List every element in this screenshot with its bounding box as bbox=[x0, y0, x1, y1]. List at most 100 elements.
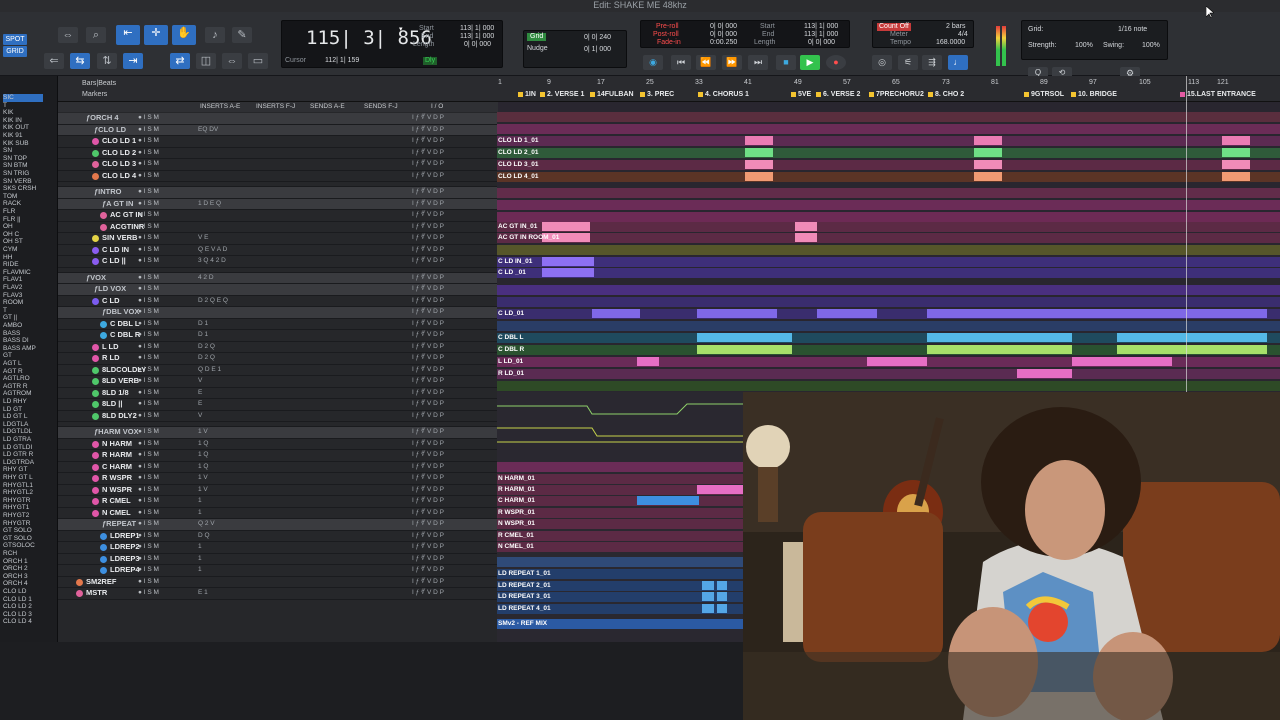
track-solo-mute-buttons[interactable]: ● I S M bbox=[138, 222, 159, 232]
track-solo-mute-buttons[interactable]: ● I S M bbox=[138, 485, 159, 495]
track-name[interactable]: ƒDBL VOX bbox=[102, 307, 139, 317]
track-name[interactable]: R LD bbox=[102, 353, 120, 363]
sel-end[interactable]: 113| 1| 000 bbox=[460, 33, 494, 41]
track-name[interactable]: CLO LD 4 bbox=[102, 171, 136, 181]
clip-lane[interactable]: SMv2 - REF MIX bbox=[497, 619, 743, 629]
track-name[interactable]: SIN VERB bbox=[102, 233, 137, 243]
track-row[interactable]: ƒINTRO ● I S M I ƒ ∜ V D P bbox=[58, 187, 498, 199]
audio-clip[interactable] bbox=[1222, 160, 1250, 169]
track-row[interactable]: CLO LD 3 ● I S M I ƒ ∜ V D P bbox=[58, 159, 498, 171]
track-name[interactable]: ƒA GT IN bbox=[102, 199, 133, 209]
track-io-flags[interactable]: I ƒ ∜ V D P bbox=[412, 588, 444, 598]
track-solo-mute-buttons[interactable]: ● I S M bbox=[138, 376, 159, 386]
audio-clip[interactable] bbox=[867, 357, 927, 366]
clip-lane[interactable]: N HARM_01 bbox=[497, 474, 743, 484]
track-name[interactable]: ƒINTRO bbox=[94, 187, 122, 197]
return-to-zero-icon[interactable]: ⏮ bbox=[671, 55, 691, 70]
audio-clip[interactable] bbox=[1222, 148, 1250, 157]
timeline-marker[interactable]: 15.LAST ENTRANCE bbox=[1180, 90, 1256, 100]
track-io-flags[interactable]: I ƒ ∜ V D P bbox=[412, 353, 444, 363]
track-solo-mute-buttons[interactable]: ● I S M bbox=[138, 125, 159, 135]
track-name[interactable]: SM2REF bbox=[86, 577, 116, 587]
track-io-flags[interactable]: I ƒ ∜ V D P bbox=[412, 399, 444, 409]
audio-clip[interactable] bbox=[702, 604, 714, 613]
clip-lane[interactable] bbox=[497, 462, 743, 472]
clip-lane[interactable] bbox=[497, 557, 743, 567]
track-solo-mute-buttons[interactable]: ● I S M bbox=[138, 427, 159, 437]
track-row[interactable]: N WSPR ● I S M 1 V I ƒ ∜ V D P bbox=[58, 485, 498, 496]
clip-lane[interactable] bbox=[497, 188, 1280, 198]
track-io-flags[interactable]: I ƒ ∜ V D P bbox=[412, 473, 444, 483]
track-name[interactable]: CLO LD 2 bbox=[102, 148, 136, 158]
audio-clip[interactable] bbox=[542, 222, 590, 231]
track-name[interactable]: LDREP3 bbox=[110, 554, 140, 564]
track-inserts[interactable]: 3 Q 4 2 D bbox=[198, 256, 226, 266]
audio-clip[interactable] bbox=[1222, 136, 1250, 145]
timeline-marker[interactable]: 4. CHORUS 1 bbox=[698, 90, 749, 100]
timeline-marker[interactable]: 5VE bbox=[791, 90, 811, 100]
track-row[interactable]: 8LDCOLDLY ● I S MQ D E 1I ƒ ∜ V D P bbox=[58, 365, 498, 376]
track-io-flags[interactable]: I ƒ ∜ V D P bbox=[412, 462, 444, 472]
meter-value[interactable]: 4/4 bbox=[958, 31, 968, 39]
track-solo-mute-buttons[interactable]: ● I S M bbox=[138, 531, 159, 541]
audio-clip[interactable] bbox=[697, 309, 777, 318]
postroll-value[interactable]: 0| 0| 000 bbox=[710, 31, 737, 39]
track-inserts[interactable]: 1 bbox=[198, 554, 202, 564]
link-timeline-icon[interactable]: ⇆ bbox=[70, 53, 90, 69]
record-icon[interactable]: ● bbox=[826, 55, 846, 70]
track-io-flags[interactable]: I ƒ ∜ V D P bbox=[412, 365, 444, 375]
audio-clip[interactable] bbox=[1017, 369, 1072, 378]
track-io-flags[interactable]: I ƒ ∜ V D P bbox=[412, 519, 444, 529]
track-io-flags[interactable]: I ƒ ∜ V D P bbox=[412, 113, 444, 123]
track-io-flags[interactable]: I ƒ ∜ V D P bbox=[412, 222, 444, 232]
track-io-flags[interactable]: I ƒ ∜ V D P bbox=[412, 565, 444, 575]
track-name[interactable]: ƒHARM VOX bbox=[94, 427, 139, 437]
audio-clip[interactable] bbox=[817, 309, 877, 318]
track-name[interactable]: ƒREPEAT bbox=[102, 519, 136, 529]
length2-value[interactable]: 0| 0| 000 bbox=[808, 39, 835, 47]
sends-ae-header[interactable]: SENDS A-E bbox=[310, 103, 345, 110]
track-name[interactable]: CLO LD 3 bbox=[102, 159, 136, 169]
track-name[interactable]: MSTR bbox=[86, 588, 107, 598]
playhead-line[interactable] bbox=[1186, 76, 1187, 392]
timeline-clip-area[interactable]: CLO LD 1_01 CLO LD 2_01 CLO LD 3_01 CLO LD … bbox=[497, 102, 1280, 392]
track-io-flags[interactable]: I ƒ ∜ V D P bbox=[412, 284, 444, 294]
track-name[interactable]: C DBL R bbox=[110, 330, 140, 340]
clip-lane[interactable]: LD REPEAT 2_01 bbox=[497, 581, 743, 591]
metronome-icon[interactable]: ⚟ bbox=[898, 55, 918, 70]
clip-lane[interactable]: C LD_01 bbox=[497, 309, 1280, 319]
track-inserts[interactable]: 1 V bbox=[198, 473, 208, 483]
timeline-marker[interactable]: 8. CHO 2 bbox=[928, 90, 964, 100]
sel-length[interactable]: 0| 0| 000 bbox=[464, 41, 491, 49]
track-io-flags[interactable]: I ƒ ∜ V D P bbox=[412, 159, 444, 169]
track-name[interactable]: N WSPR bbox=[102, 485, 132, 495]
clip-lane[interactable]: R WSPR_01 bbox=[497, 508, 743, 518]
timeline-marker[interactable]: 7PRECHORU2 bbox=[869, 90, 924, 100]
track-io-flags[interactable]: I ƒ ∜ V D P bbox=[412, 554, 444, 564]
track-solo-mute-buttons[interactable]: ● I S M bbox=[138, 148, 159, 158]
clip-lane[interactable]: C LD _01 bbox=[497, 268, 1280, 278]
track-io-flags[interactable]: I ƒ ∜ V D P bbox=[412, 171, 444, 181]
track-inserts[interactable]: E bbox=[198, 388, 202, 398]
clip-lane[interactable]: LD REPEAT 1_01 bbox=[497, 569, 743, 579]
clip-lane[interactable]: LD REPEAT 3_01 bbox=[497, 592, 743, 602]
track-row[interactable]: ƒDBL VOX ● I S M I ƒ ∜ V D P bbox=[58, 307, 498, 319]
track-solo-mute-buttons[interactable]: ● I S M bbox=[138, 542, 159, 552]
clip-lane[interactable]: N CMEL_01 bbox=[497, 542, 743, 552]
clip-lane[interactable]: C DBL L bbox=[497, 333, 1280, 343]
track-solo-mute-buttons[interactable]: ● I S M bbox=[138, 399, 159, 409]
track-io-flags[interactable]: I ƒ ∜ V D P bbox=[412, 485, 444, 495]
track-row[interactable]: C LD ● I S M D 2 Q E Q I ƒ ∜ V D P bbox=[58, 296, 498, 307]
grid-button[interactable]: Grid bbox=[527, 33, 547, 41]
bars-value[interactable]: 2 bars bbox=[946, 23, 965, 31]
track-solo-mute-buttons[interactable]: ● I S M bbox=[138, 284, 159, 294]
track-io-flags[interactable]: I ƒ ∜ V D P bbox=[412, 187, 444, 197]
track-row[interactable]: 8LD VERB ● I S M V I ƒ ∜ V D P bbox=[58, 376, 498, 388]
zoom-toggle-icon[interactable]: ⇔ bbox=[58, 27, 78, 43]
nudge-button[interactable]: Nudge bbox=[527, 45, 548, 53]
clip-lane[interactable]: AC GT IN ROOM_01 bbox=[497, 233, 1280, 243]
track-io-flags[interactable]: I ƒ ∜ V D P bbox=[412, 388, 444, 398]
track-inserts[interactable]: E bbox=[198, 399, 202, 409]
preroll-value[interactable]: 0| 0| 000 bbox=[710, 23, 737, 31]
grid-value[interactable]: 0| 0| 240 bbox=[584, 34, 611, 42]
